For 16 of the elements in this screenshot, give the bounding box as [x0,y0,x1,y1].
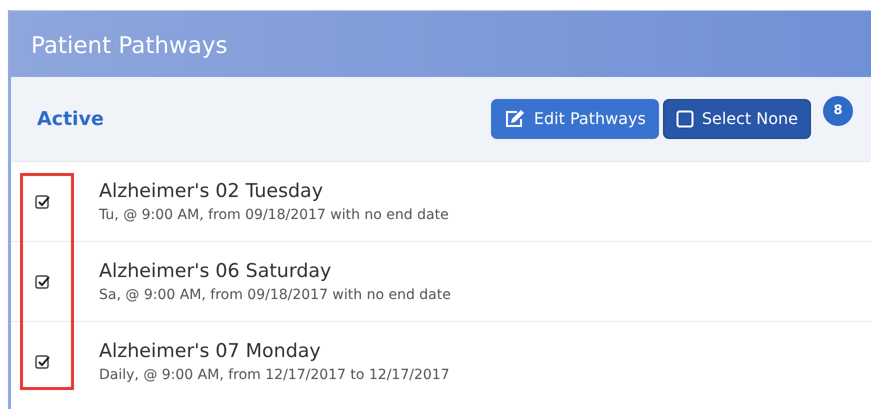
edit-icon [504,109,526,129]
pathway-schedule: Tu, @ 9:00 AM, from 09/18/2017 with no end date [99,206,449,226]
pathway-schedule: Sa, @ 9:00 AM, from 09/18/2017 with no end date [99,286,451,306]
pathway-name: Alzheimer's 02 Tuesday [99,178,324,204]
pathway-name: Alzheimer's 06 Saturday [99,258,332,284]
checkbox[interactable] [35,354,51,370]
panel-title: Patient Pathways [31,33,228,59]
filter-label: Active [37,106,104,132]
checkbox[interactable] [35,274,51,290]
checkbox[interactable] [35,194,51,210]
pathway-schedule: Daily, @ 9:00 AM, from 12/17/2017 to 12/17/2017 [99,366,450,386]
edit-button[interactable]: Edit Pathways [490,99,659,139]
select-none-button[interactable]: Select None [662,99,811,139]
pathway-name: Alzheimer's 07 Monday [99,338,322,364]
count-badge: 8 [823,96,853,126]
checkbox-icon [676,110,694,128]
